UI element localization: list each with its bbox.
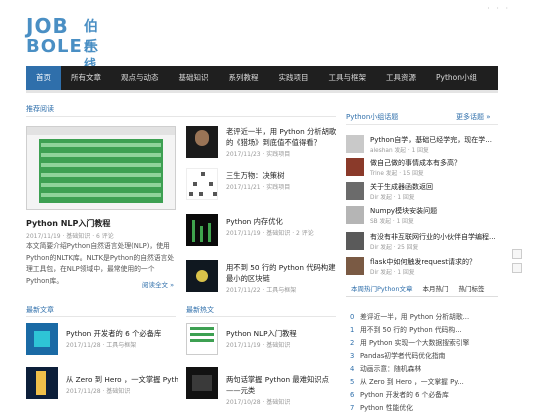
- nav-item-python-group[interactable]: Python小组: [426, 66, 487, 90]
- topic-meta: aleshan 发起 · 1 回复: [370, 148, 429, 154]
- section-title-hot-new: 最新热文: [186, 306, 214, 314]
- topic-meta: SB 发起 · 1 回复: [370, 219, 414, 225]
- tab-weekly-hot[interactable]: 本周热门Python文章: [346, 283, 418, 297]
- tab-monthly-hot[interactable]: 本月热门: [418, 283, 454, 297]
- header-dots: · · ·: [487, 4, 510, 13]
- hot-list-item[interactable]: 4 动画示意：随机森林: [350, 364, 496, 375]
- article-meta: 2017/11/19 · 基础知识: [226, 342, 291, 349]
- article-thumbnail[interactable]: [186, 168, 218, 200]
- article-meta: 2017/11/28 · 基础知识: [66, 388, 131, 395]
- topic-item[interactable]: 做自己做的事情成本有多高？ Trine 发起 · 15 回复: [346, 158, 498, 178]
- logo-text-bole: BOLE: [26, 36, 83, 57]
- featured-image[interactable]: [26, 126, 176, 210]
- read-more-link[interactable]: 阅读全文 »: [142, 279, 174, 289]
- divider: [26, 316, 176, 317]
- article-thumbnail[interactable]: [186, 260, 218, 292]
- nav-item-home[interactable]: 首页: [26, 66, 61, 90]
- hot-list-item[interactable]: 1 用不到 50 行的 Python 代码构...: [350, 325, 496, 336]
- section-title-latest: 最新文章: [26, 306, 54, 314]
- nav-item-resources[interactable]: 工具资源: [376, 66, 426, 90]
- nav-item-basics[interactable]: 基础知识: [169, 66, 219, 90]
- article-title[interactable]: 三生万物：决策树: [226, 170, 338, 181]
- hot-list-item[interactable]: 5从 Zero 到 Hero ，一文掌握 Py...: [350, 377, 496, 388]
- article-title[interactable]: Python 开发者的 6 个必备库: [66, 328, 176, 339]
- avatar: [346, 182, 364, 200]
- topic-title[interactable]: 有没有非互联网行业的小伙伴自学编程...: [370, 232, 496, 242]
- section-title-featured: 推荐阅读: [26, 105, 54, 113]
- article-thumbnail[interactable]: [186, 214, 218, 246]
- topic-title[interactable]: flask中如何触发request请求的？: [370, 257, 476, 267]
- topic-title[interactable]: 关于生成器函数返回: [370, 182, 433, 192]
- divider: [186, 316, 336, 317]
- avatar: [346, 135, 364, 153]
- avatar: [346, 206, 364, 224]
- nav-item-all-articles[interactable]: 所有文章: [61, 66, 111, 90]
- section-title-topics: Python小组话题: [346, 113, 399, 121]
- more-topics-link[interactable]: 更多话题 »: [456, 112, 491, 122]
- nav-item-projects[interactable]: 实践项目: [269, 66, 319, 90]
- topic-meta: Dir 发起 · 25 回复: [370, 245, 419, 251]
- article-thumbnail[interactable]: [26, 323, 58, 355]
- topic-item[interactable]: Numpy模块安装问题 SB 发起 · 1 回复: [346, 206, 498, 226]
- hot-list-item[interactable]: 3 Pandas初学者代码优化指南: [350, 351, 496, 362]
- site-logo[interactable]: JOB BOLE 伯乐 在线: [26, 14, 106, 71]
- topic-title[interactable]: 做自己做的事情成本有多高？: [370, 158, 461, 168]
- article-title[interactable]: Python 内存优化: [226, 216, 338, 227]
- article-title[interactable]: 老评近一半，用 Python 分析胡歌的《猎场》到底值不值得看？: [226, 126, 338, 148]
- divider: [26, 116, 336, 117]
- article-meta: 2017/10/28 · 基础知识: [226, 399, 291, 406]
- logo-text-job: JOB: [26, 14, 69, 38]
- article-title[interactable]: Python NLP入门教程: [226, 328, 338, 339]
- article-title[interactable]: 从 Zero 到 Hero ，一文掌握 Python: [66, 374, 178, 385]
- hot-list-item[interactable]: 6 Python 开发者的 6 个必备库: [350, 390, 496, 401]
- topic-item[interactable]: 关于生成器函数返回 Dir 发起 · 1 回复: [346, 182, 498, 202]
- divider: [346, 124, 498, 125]
- avatar: [346, 158, 364, 176]
- article-title[interactable]: 用不到 50 行的 Python 代码构建最小的区块链: [226, 262, 338, 284]
- article-meta: 2017/11/28 · 工具与框架: [66, 342, 137, 349]
- hot-tabs: 本周热门Python文章 本月热门 热门标签: [346, 283, 498, 297]
- topic-meta: Trine 发起 · 15 回复: [370, 171, 424, 177]
- topic-title[interactable]: Python自学，基础已经学完，现在学...: [370, 135, 492, 145]
- nav-item-opinions[interactable]: 观点与动态: [111, 66, 169, 90]
- topic-title[interactable]: Numpy模块安装问题: [370, 206, 437, 216]
- featured-title[interactable]: Python NLP入门教程: [26, 218, 110, 229]
- featured-meta: 2017/11/19 · 基础知识 · 6 评论: [26, 233, 114, 240]
- avatar: [346, 257, 364, 275]
- avatar: [346, 232, 364, 250]
- nav-item-tutorials[interactable]: 系列教程: [219, 66, 269, 90]
- nav-shadow: [26, 90, 498, 93]
- hot-list-item[interactable]: 7 Python 性能优化: [350, 403, 496, 412]
- hot-list-item[interactable]: 2用 Python 实现一个大数据搜索引擎: [350, 338, 496, 349]
- main-nav: 首页 所有文章 观点与动态 基础知识 系列教程 实践项目 工具与框架 工具资源 …: [26, 66, 498, 90]
- topic-item[interactable]: Python自学，基础已经学完，现在学... aleshan 发起 · 1 回复: [346, 135, 498, 155]
- article-thumbnail[interactable]: [186, 126, 218, 158]
- article-meta: 2017/11/22 · 工具与框架: [226, 287, 297, 294]
- nav-item-frameworks[interactable]: 工具与框架: [319, 66, 377, 90]
- tab-hot-tags[interactable]: 热门标签: [454, 283, 490, 297]
- article-thumbnail[interactable]: [186, 367, 218, 399]
- share-icon[interactable]: [512, 249, 522, 259]
- article-meta: 2017/11/21 · 实践项目: [226, 184, 291, 191]
- article-meta: 2017/11/23 · 实践项目: [226, 151, 291, 158]
- topic-meta: Dir 发起 · 1 回复: [370, 270, 415, 276]
- topic-item[interactable]: flask中如何触发request请求的？ Dir 发起 · 1 回复: [346, 257, 498, 277]
- article-thumbnail[interactable]: [26, 367, 58, 399]
- topic-meta: Dir 发起 · 1 回复: [370, 195, 415, 201]
- article-meta: 2017/11/19 · 基础知识 · 2 评论: [226, 230, 314, 237]
- hot-list-item[interactable]: 0 差评近一半，用 Python 分析胡歌...: [350, 312, 496, 323]
- topic-item[interactable]: 有没有非互联网行业的小伙伴自学编程... Dir 发起 · 25 回复: [346, 232, 498, 252]
- article-thumbnail[interactable]: [186, 323, 218, 355]
- article-title[interactable]: 两句话掌握 Python 最难知识点——元类: [226, 374, 338, 396]
- qrcode-icon[interactable]: [512, 263, 522, 273]
